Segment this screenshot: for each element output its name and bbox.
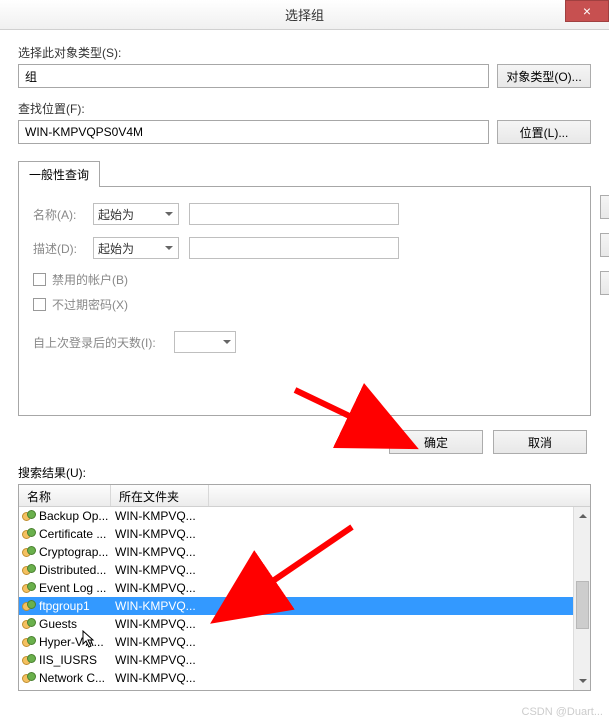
grid-header[interactable]: 名称 所在文件夹	[19, 485, 590, 507]
table-row[interactable]: Cryptograp...WIN-KMPVQ...	[19, 543, 590, 561]
row-folder: WIN-KMPVQ...	[111, 527, 205, 541]
table-row[interactable]: Event Log ...WIN-KMPVQ...	[19, 579, 590, 597]
group-icon	[21, 580, 37, 596]
table-row[interactable]: Network C...WIN-KMPVQ...	[19, 669, 590, 687]
table-row[interactable]: Certificate ...WIN-KMPVQ...	[19, 525, 590, 543]
row-folder: WIN-KMPVQ...	[111, 509, 205, 523]
object-type-label: 选择此对象类型(S):	[18, 44, 591, 61]
row-folder: WIN-KMPVQ...	[111, 545, 205, 559]
scroll-down-icon[interactable]	[574, 673, 591, 690]
grid-body[interactable]: Backup Op...WIN-KMPVQ...Certificate ...W…	[19, 507, 590, 691]
days-since-login-label: 自上次登录后的天数(I):	[33, 334, 156, 351]
row-name: Hyper-V A...	[39, 635, 111, 649]
close-button[interactable]: ×	[565, 0, 609, 22]
table-row[interactable]: GuestsWIN-KMPVQ...	[19, 615, 590, 633]
search-now-button[interactable]: 立即查找(N)	[600, 233, 609, 257]
table-row[interactable]: IIS_IUSRSWIN-KMPVQ...	[19, 651, 590, 669]
group-icon	[21, 598, 37, 614]
name-label: 名称(A):	[33, 206, 83, 223]
object-types-button[interactable]: 对象类型(O)...	[497, 64, 591, 88]
scrollbar[interactable]	[573, 507, 590, 690]
group-icon	[21, 508, 37, 524]
titlebar: 选择组 ×	[0, 0, 609, 30]
results-grid: 名称 所在文件夹 Backup Op...WIN-KMPVQ...Certifi…	[18, 484, 591, 691]
location-input[interactable]	[18, 120, 489, 144]
row-name: Cryptograp...	[39, 545, 111, 559]
never-expire-label: 不过期密码(X)	[52, 296, 128, 313]
scroll-up-icon[interactable]	[574, 507, 591, 524]
row-folder: WIN-KMPVQ...	[111, 635, 205, 649]
name-value-input[interactable]	[189, 203, 399, 225]
row-name: Network C...	[39, 671, 111, 685]
never-expire-checkbox[interactable]	[33, 298, 46, 311]
group-icon	[21, 526, 37, 542]
group-icon	[21, 670, 37, 686]
disabled-accounts-label: 禁用的帐户(B)	[52, 271, 128, 288]
group-icon	[21, 634, 37, 650]
row-name: Distributed...	[39, 563, 111, 577]
row-folder: WIN-KMPVQ...	[111, 563, 205, 577]
table-row[interactable]: ftpgroup1WIN-KMPVQ...	[19, 597, 590, 615]
group-icon	[21, 616, 37, 632]
disabled-accounts-checkbox[interactable]	[33, 273, 46, 286]
row-name: Backup Op...	[39, 509, 111, 523]
group-icon	[21, 544, 37, 560]
object-type-input[interactable]	[18, 64, 489, 88]
row-folder: WIN-KMPVQ...	[111, 671, 205, 685]
col-folder-header[interactable]: 所在文件夹	[111, 485, 209, 506]
row-folder: WIN-KMPVQ...	[111, 617, 205, 631]
table-row[interactable]: Hyper-V A...WIN-KMPVQ...	[19, 633, 590, 651]
results-label: 搜索结果(U):	[18, 464, 591, 481]
window-title: 选择组	[285, 5, 324, 24]
col-name-header[interactable]: 名称	[19, 485, 111, 506]
cancel-button[interactable]: 取消	[493, 430, 587, 454]
columns-button[interactable]: 列(C)...	[600, 195, 609, 219]
close-icon: ×	[583, 3, 591, 19]
group-icon	[21, 562, 37, 578]
find-location-label: 查找位置(F):	[18, 100, 591, 117]
desc-match-combo[interactable]: 起始为	[93, 237, 179, 259]
row-name: Certificate ...	[39, 527, 111, 541]
row-name: Guests	[39, 617, 111, 631]
scrollbar-thumb[interactable]	[576, 581, 589, 629]
row-name: IIS_IUSRS	[39, 653, 111, 667]
desc-value-input[interactable]	[189, 237, 399, 259]
group-icon	[21, 652, 37, 668]
table-row[interactable]: Distributed...WIN-KMPVQ...	[19, 561, 590, 579]
row-folder: WIN-KMPVQ...	[111, 581, 205, 595]
query-panel: 名称(A): 起始为 描述(D): 起始为 禁用的帐户(B)	[18, 186, 591, 416]
query-tabs: 一般性查询 名称(A): 起始为 描述(D): 起始为	[18, 160, 591, 416]
stop-button[interactable]: 停止(T)	[600, 271, 609, 295]
row-name: ftpgroup1	[39, 599, 111, 613]
ok-button[interactable]: 确定	[389, 430, 483, 454]
table-row[interactable]: Backup Op...WIN-KMPVQ...	[19, 507, 590, 525]
name-match-combo[interactable]: 起始为	[93, 203, 179, 225]
days-combo[interactable]	[174, 331, 236, 353]
desc-label: 描述(D):	[33, 240, 83, 257]
row-name: Event Log ...	[39, 581, 111, 595]
tab-general-query[interactable]: 一般性查询	[18, 161, 100, 187]
location-button[interactable]: 位置(L)...	[497, 120, 591, 144]
row-folder: WIN-KMPVQ...	[111, 653, 205, 667]
watermark: CSDN @Duart...	[522, 706, 603, 718]
row-folder: WIN-KMPVQ...	[111, 599, 205, 613]
